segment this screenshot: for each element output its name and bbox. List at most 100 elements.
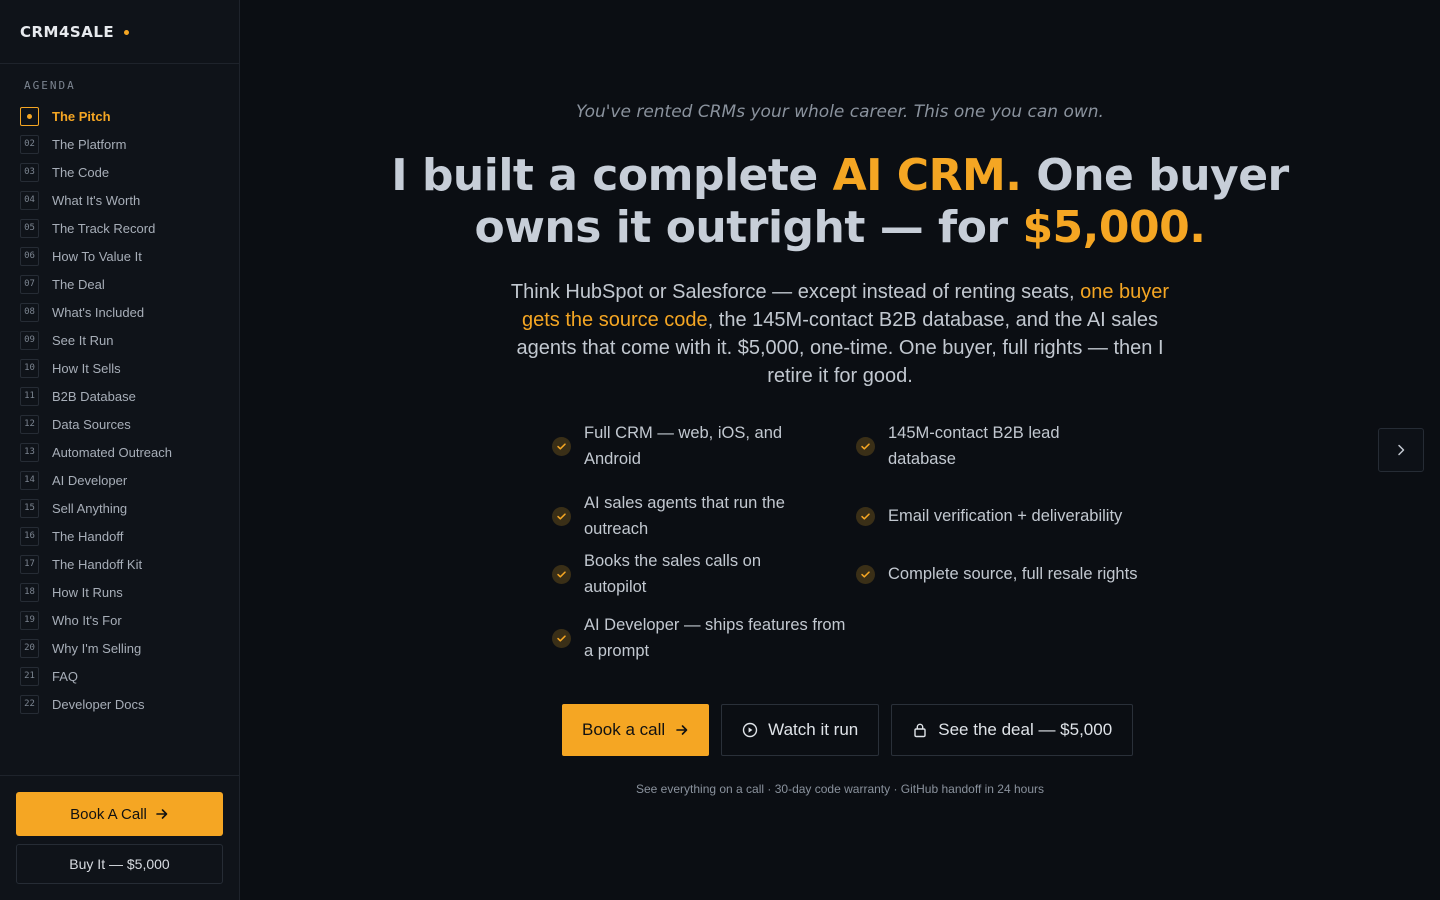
sidebar-item-label: The Platform [52, 136, 127, 152]
book-call-button[interactable]: Book a call [562, 704, 710, 756]
sidebar-item-label: Who It's For [52, 612, 122, 628]
feature-list: Full CRM — web, iOS, and Android 145M-co… [552, 420, 1172, 664]
sidebar-item[interactable]: The Pitch [20, 102, 239, 130]
sidebar-item-label: What It's Worth [52, 192, 141, 208]
buy-it-button[interactable]: Buy It — $5,000 [16, 844, 223, 884]
feature-text: AI Developer — ships features from a pro… [584, 616, 846, 660]
sidebar-item-label: The Handoff [52, 528, 124, 544]
sidebar-item[interactable]: 17 The Handoff Kit [20, 550, 239, 578]
sidebar-item-label: The Pitch [52, 108, 111, 124]
sidebar-item[interactable]: 10 How It Sells [20, 354, 239, 382]
sidebar-footer: Book A Call Buy It — $5,000 [0, 775, 239, 900]
sidebar-item-label: How It Sells [52, 360, 121, 376]
active-indicator-icon [20, 106, 39, 126]
feature-item: Email verification + deliverability [856, 484, 1160, 548]
brand-logo: CRM4SALE [20, 22, 115, 41]
check-icon [552, 506, 571, 526]
agenda-title: AGENDA [24, 79, 76, 92]
sidebar-item-label: FAQ [52, 668, 79, 684]
active-dot-icon [27, 113, 32, 119]
tagline: You've rented CRMs your whole career. Th… [576, 102, 1104, 122]
app-root: CRM4SALE AGENDA The Pitch 02 The Platform 0… [0, 0, 1440, 900]
sidebar-item[interactable]: 06 How To Value It [20, 242, 239, 270]
sidebar-item-label: How It Runs [52, 584, 123, 600]
sidebar-item[interactable]: 02 The Platform [20, 130, 239, 158]
check-icon [856, 506, 875, 526]
check-icon [552, 628, 571, 648]
agenda-number: 21 [20, 666, 39, 686]
sidebar-item-label: Data Sources [52, 416, 131, 432]
sidebar-item-label: What's Included [52, 304, 145, 320]
sidebar-item-label: The Handoff Kit [52, 556, 143, 572]
check-icon [856, 564, 875, 584]
arrow-right-icon [676, 725, 688, 735]
sidebar-item[interactable]: 19 Who It's For [20, 606, 239, 634]
feature-text: 145M-contact B2B lead database [888, 424, 1060, 468]
feature-item: Full CRM — web, iOS, and Android [552, 420, 856, 472]
sidebar: CRM4SALE AGENDA The Pitch 02 The Platform 0… [0, 0, 240, 900]
sidebar-item[interactable]: 05 The Track Record [20, 214, 239, 242]
sidebar-item[interactable]: 07 The Deal [20, 270, 239, 298]
sidebar-item[interactable]: 12 Data Sources [20, 410, 239, 438]
feature-item: AI Developer — ships features from a pro… [552, 612, 856, 664]
sidebar-item[interactable]: 21 FAQ [20, 662, 239, 690]
sidebar-item-label: The Code [52, 164, 110, 180]
sidebar-item[interactable]: 16 The Handoff [20, 522, 239, 550]
see-the-deal-button[interactable]: See the deal — $5,000 [891, 704, 1134, 756]
chevron-right-icon [1398, 444, 1405, 456]
sidebar-item[interactable]: 15 Sell Anything [20, 494, 239, 522]
feature-text: Books the sales calls on autopilot [584, 552, 762, 596]
sidebar-item[interactable]: 18 How It Runs [20, 578, 239, 606]
agenda-number: 14 [20, 470, 39, 490]
sidebar-item[interactable]: 22 Developer Docs [20, 690, 239, 718]
sidebar-item[interactable]: 03 The Code [20, 158, 239, 186]
agenda-number: 17 [20, 554, 39, 574]
agenda-number: 07 [20, 274, 39, 294]
headline-part-1: I built a complete [391, 150, 833, 201]
sidebar-item[interactable]: 04 What It's Worth [20, 186, 239, 214]
headline-accent-1: AI CRM. [832, 150, 1022, 201]
agenda-number: 09 [20, 330, 39, 350]
lock-icon [914, 723, 926, 738]
sidebar-item-label: Developer Docs [52, 696, 145, 712]
next-slide-button[interactable] [1378, 428, 1424, 472]
check-icon [856, 436, 875, 456]
feature-item: 145M-contact B2B lead database [856, 420, 1160, 472]
agenda-number: 11 [20, 386, 39, 406]
agenda-number: 12 [20, 414, 39, 434]
feature-text: Email verification + deliverability [888, 507, 1123, 525]
check-icon [552, 564, 571, 584]
main-content: You've rented CRMs your whole career. Th… [240, 0, 1440, 900]
agenda-number: 16 [20, 526, 39, 546]
arrow-right-icon [156, 809, 168, 819]
sidebar-item[interactable]: 20 Why I'm Selling [20, 634, 239, 662]
feature-text: Full CRM — web, iOS, and Android [584, 424, 783, 468]
sidebar-item[interactable]: 09 See It Run [20, 326, 239, 354]
agenda-number: 08 [20, 302, 39, 322]
headline-accent-2: $5,000. [1022, 202, 1206, 253]
headline: I built a complete AI CRM. One buyer own… [390, 150, 1290, 254]
book-call-label: Book a call [582, 720, 666, 739]
feature-item: Books the sales calls on autopilot [552, 548, 856, 600]
sidebar-item-label: Automated Outreach [52, 444, 172, 460]
play-circle-icon [742, 722, 758, 738]
sidebar-item[interactable]: 13 Automated Outreach [20, 438, 239, 466]
agenda-number: 06 [20, 246, 39, 266]
agenda-number: 19 [20, 610, 39, 630]
agenda-number: 15 [20, 498, 39, 518]
sidebar-item[interactable]: 14 AI Developer [20, 466, 239, 494]
sidebar-item-label: The Track Record [52, 220, 156, 236]
buy-it-label: Buy It — $5,000 [69, 856, 170, 872]
watch-it-run-label: Watch it run [768, 720, 859, 739]
agenda-number: 03 [20, 162, 39, 182]
sidebar-item-label: The Deal [52, 276, 105, 292]
sidebar-item[interactable]: 08 What's Included [20, 298, 239, 326]
brand[interactable]: CRM4SALE [0, 0, 239, 64]
watch-it-run-button[interactable]: Watch it run [721, 704, 880, 756]
sidebar-item-label: AI Developer [52, 472, 128, 488]
cta-row: Book a call Watch it run See the deal — … [562, 704, 1134, 756]
agenda-number: 20 [20, 638, 39, 658]
book-a-call-button[interactable]: Book A Call [16, 792, 223, 836]
subtext: Think HubSpot or Salesforce — except ins… [502, 278, 1178, 390]
sidebar-item[interactable]: 11 B2B Database [20, 382, 239, 410]
